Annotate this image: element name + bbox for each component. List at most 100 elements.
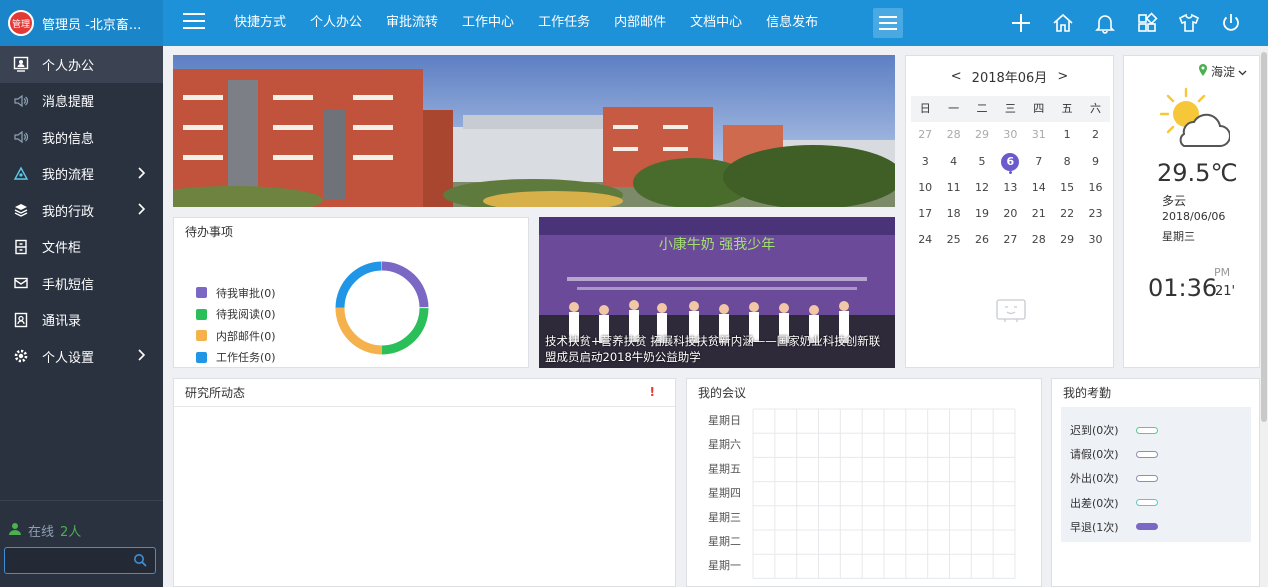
alert-icon[interactable]: ! [650, 385, 655, 399]
sidebar-item-label: 消息提醒 [42, 95, 95, 111]
top-icon-group [1000, 0, 1252, 46]
nav-item-work-tasks[interactable]: 工作任务 [526, 0, 602, 46]
weekday-label: 四 [1033, 102, 1045, 115]
power-icon[interactable] [1210, 0, 1252, 46]
meeting-day-label: 星期五 [708, 462, 741, 475]
calendar-day[interactable]: 4 [939, 149, 967, 175]
calendar-day[interactable]: 24 [911, 227, 939, 253]
sidebar-item-settings[interactable]: 个人设置 [0, 338, 163, 375]
nav-item-work-center[interactable]: 工作中心 [450, 0, 526, 46]
calendar-day[interactable]: 2 [1081, 122, 1109, 148]
calendar-day[interactable]: 29 [1053, 227, 1081, 253]
calendar-day[interactable]: 30 [1081, 227, 1109, 253]
calendar-day-today[interactable]: 6 [996, 149, 1024, 175]
calendar-day[interactable]: 18 [939, 201, 967, 227]
calendar-day[interactable]: 3 [911, 149, 939, 175]
calendar-day[interactable]: 1 [1053, 122, 1081, 148]
calendar-day[interactable]: 13 [996, 175, 1024, 201]
attendance-item-out[interactable]: 外出(0次) [1061, 466, 1251, 490]
scrollbar-thumb[interactable] [1261, 52, 1267, 422]
sidebar-item-my-admin[interactable]: 我的行政 [0, 192, 163, 229]
sidebar-item-personal-office[interactable]: 个人办公 [0, 46, 163, 83]
chevron-right-icon [137, 349, 146, 365]
search-icon[interactable] [133, 553, 147, 570]
calendar-day[interactable]: 7 [1025, 149, 1053, 175]
sidebar-item-my-info[interactable]: 我的信息 [0, 119, 163, 156]
calendar-day[interactable]: 23 [1081, 201, 1109, 227]
nav-item-documents[interactable]: 文档中心 [678, 0, 754, 46]
calendar-day[interactable]: 9 [1081, 149, 1109, 175]
todo-item-approval[interactable]: 待我审批(0) [196, 282, 276, 304]
sidebar-item-messages[interactable]: 消息提醒 [0, 83, 163, 120]
calendar-day[interactable]: 31 [1025, 122, 1053, 148]
nav-item-announcements[interactable]: 信息发布 [754, 0, 830, 46]
calendar-next-button[interactable]: > [1057, 69, 1068, 84]
calendar-day[interactable]: 10 [911, 175, 939, 201]
calendar-day[interactable]: 29 [968, 122, 996, 148]
calendar-day[interactable]: 14 [1025, 175, 1053, 201]
calendar-day[interactable]: 27 [996, 227, 1024, 253]
calendar-day[interactable]: 11 [939, 175, 967, 201]
nav-item-shortcuts[interactable]: 快捷方式 [222, 0, 298, 46]
todo-item-reading[interactable]: 待我阅读(0) [196, 304, 276, 326]
calendar-day[interactable]: 22 [1053, 201, 1081, 227]
news-image[interactable]: 小康牛奶 强我少年 技术扶贫+营养扶贫 拓展科技扶贫新内涵——国家奶业科技创新联… [539, 217, 895, 368]
sidebar-item-sms[interactable]: 手机短信 [0, 265, 163, 302]
nav-item-approval[interactable]: 审批流转 [374, 0, 450, 46]
bell-icon[interactable] [1084, 0, 1126, 46]
calendar-day[interactable]: 21 [1025, 201, 1053, 227]
speaker-icon [12, 92, 30, 110]
meetings-title: 我的会议 [698, 386, 747, 400]
weather-location-select[interactable]: 海淀 [1198, 63, 1247, 80]
plus-icon[interactable] [1000, 0, 1042, 46]
calendar-day[interactable]: 20 [996, 201, 1024, 227]
brand-logo: 管理 [8, 10, 34, 36]
sidebar-item-label: 我的行政 [42, 204, 95, 220]
calendar-day[interactable]: 16 [1081, 175, 1109, 201]
news-caption[interactable]: 技术扶贫+营养扶贫 拓展科技扶贫新内涵——国家奶业科技创新联盟成员启动2018牛… [545, 333, 890, 365]
calendar-day[interactable]: 15 [1053, 175, 1081, 201]
nav-item-internal-mail[interactable]: 内部邮件 [602, 0, 678, 46]
calendar-day[interactable]: 19 [968, 201, 996, 227]
online-status[interactable]: 在线 2人 [8, 521, 81, 540]
brand-area[interactable]: 管理 管理员 -北京畜... [0, 0, 163, 46]
calendar-day[interactable]: 26 [968, 227, 996, 253]
meeting-day-label: 星期四 [708, 487, 741, 500]
calendar-day[interactable]: 12 [968, 175, 996, 201]
weekday-label: 五 [1061, 102, 1073, 115]
menu-toggle-icon[interactable] [183, 13, 205, 33]
legend-swatch [196, 287, 207, 299]
attendance-item-leave[interactable]: 请假(0次) [1061, 442, 1251, 466]
page-scrollbar[interactable] [1260, 46, 1268, 587]
calendar-day[interactable]: 8 [1053, 149, 1081, 175]
shirt-icon[interactable] [1168, 0, 1210, 46]
calendar-prev-button[interactable]: < [951, 69, 962, 84]
todo-item-mail[interactable]: 内部邮件(0) [196, 325, 276, 347]
meeting-day-label: 星期一 [708, 559, 741, 572]
calendar-day[interactable]: 25 [939, 227, 967, 253]
sidebar-item-contacts[interactable]: 通讯录 [0, 302, 163, 339]
attendance-label: 早退(1次) [1070, 520, 1119, 534]
attendance-label: 迟到(0次) [1070, 424, 1119, 438]
sidebar-item-my-flow[interactable]: 我的流程 [0, 156, 163, 193]
calendar-day[interactable]: 5 [968, 149, 996, 175]
sidebar-item-label: 文件柜 [42, 241, 82, 257]
attendance-item-trip[interactable]: 出差(0次) [1061, 491, 1251, 515]
attendance-item-early-leave[interactable]: 早退(1次) [1061, 515, 1251, 539]
calendar-day[interactable]: 28 [939, 122, 967, 148]
home-icon[interactable] [1042, 0, 1084, 46]
attendance-item-late[interactable]: 迟到(0次) [1061, 418, 1251, 442]
calendar-day[interactable]: 30 [996, 122, 1024, 148]
envelope-icon [12, 274, 30, 292]
more-menu-icon[interactable] [873, 8, 903, 38]
calendar-day[interactable]: 28 [1025, 227, 1053, 253]
nav-item-personal-office[interactable]: 个人办公 [298, 0, 374, 46]
current-user-name[interactable]: 管理员 -北京畜... [42, 14, 141, 33]
todo-item-tasks[interactable]: 工作任务(0) [196, 347, 276, 369]
sidebar-item-file-cabinet[interactable]: 文件柜 [0, 229, 163, 266]
speaker-icon [12, 128, 30, 146]
calendar-day[interactable]: 27 [911, 122, 939, 148]
sidebar-search-input[interactable] [5, 548, 125, 573]
apps-icon[interactable] [1126, 0, 1168, 46]
calendar-day[interactable]: 17 [911, 201, 939, 227]
